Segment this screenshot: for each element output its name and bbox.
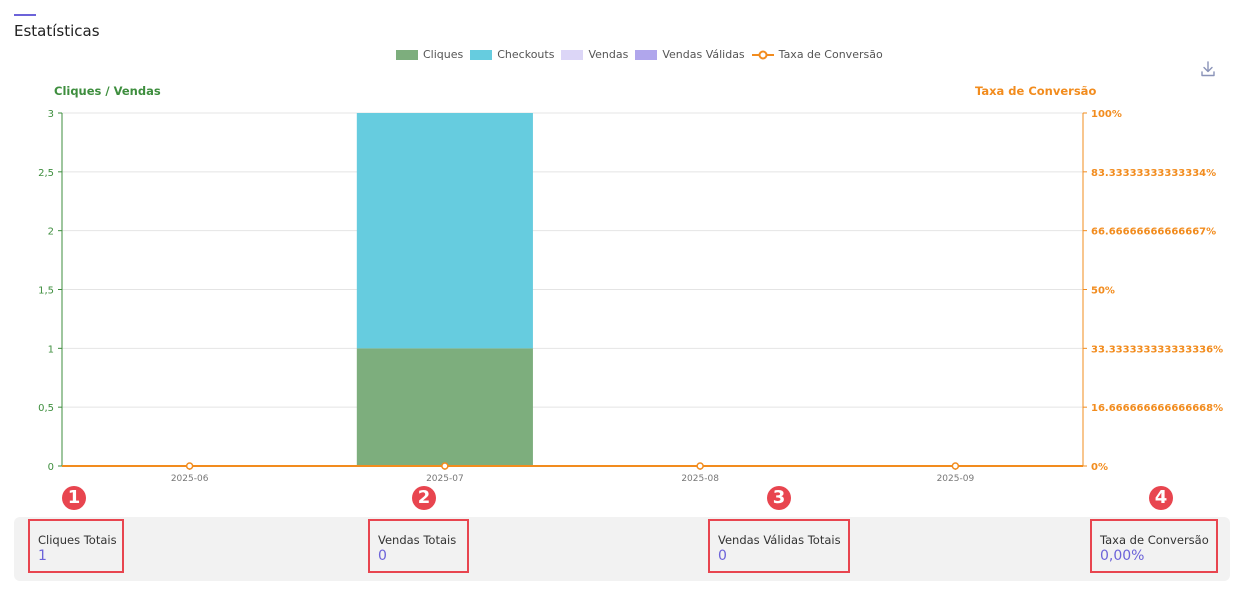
stat-value: 0,00% <box>1100 548 1145 564</box>
conversion-point <box>951 462 960 470</box>
x-tick-label: 2025-07 <box>426 474 464 484</box>
x-tick-label: 2025-09 <box>937 474 975 484</box>
y-tick-label: 2,5 <box>38 168 54 179</box>
conversion-point <box>441 462 449 470</box>
stat-value: 0 <box>378 548 387 564</box>
stat-value: 1 <box>38 548 47 564</box>
marker-badge-2: 2 <box>412 486 436 510</box>
marker-badge-3: 3 <box>767 486 791 510</box>
y2-tick-label: 66.66666666666667% <box>1091 227 1216 238</box>
stat-vendas-validas-totais: Vendas Válidas Totais 0 <box>708 519 850 573</box>
stat-label: Taxa de Conversão <box>1100 533 1209 547</box>
x-tick-label: 2025-08 <box>681 474 719 484</box>
y2-tick-label: 83.33333333333334% <box>1091 168 1216 179</box>
marker-badge-1: 1 <box>62 486 86 510</box>
y-tick-label: 2 <box>48 227 54 238</box>
chart-canvas: 0 0,5 1 1,5 2 2,5 3 0% 16.666666666666668% 33.333… <box>38 109 1223 484</box>
summary-bar: Cliques Totais 1 Vendas Totais 0 Vendas … <box>14 517 1230 581</box>
y-tick-label: 3 <box>48 109 54 120</box>
y2-tick-label: 50% <box>1091 286 1115 297</box>
conversion-point <box>696 462 704 470</box>
y2-tick-label: 16.666666666666668% <box>1091 403 1223 414</box>
stat-label: Cliques Totais <box>38 533 117 547</box>
stat-value: 0 <box>718 548 727 564</box>
x-tick-label: 2025-06 <box>171 474 209 484</box>
y-tick-label: 1,5 <box>38 286 54 297</box>
stat-label: Vendas Totais <box>378 533 457 547</box>
stat-cliques-totais: Cliques Totais 1 <box>28 519 124 573</box>
stat-vendas-totais: Vendas Totais 0 <box>368 519 469 573</box>
marker-badge-4: 4 <box>1149 486 1173 510</box>
y2-tick-label: 100% <box>1091 109 1122 120</box>
bar-checkouts <box>356 113 533 349</box>
y-tick-label: 0,5 <box>38 403 54 414</box>
conversion-point <box>185 462 194 470</box>
stat-label: Vendas Válidas Totais <box>718 533 841 547</box>
y-tick-label: 0 <box>48 462 54 473</box>
stat-taxa-de-conversao: Taxa de Conversão 0,00% <box>1090 519 1218 573</box>
y2-tick-label: 33.333333333333336% <box>1091 344 1223 355</box>
y-tick-label: 1 <box>48 344 54 355</box>
y2-tick-label: 0% <box>1091 462 1108 473</box>
bar-cliques <box>356 348 533 466</box>
